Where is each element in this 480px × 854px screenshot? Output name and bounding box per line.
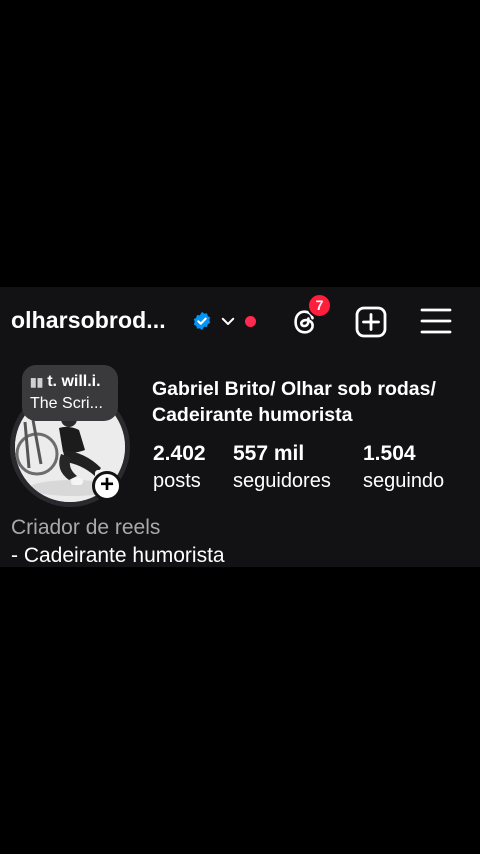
stat-followers[interactable]: 557 mil seguidores [233, 442, 331, 493]
profile-panel: olharsobrod... 7 + ▮▮ t. will.i. The Scr… [0, 287, 480, 567]
profile-bio: - Cadeirante humorista [11, 544, 225, 567]
note-song-artist: t. will.i. [47, 373, 101, 390]
stat-posts[interactable]: 2.402 posts [153, 442, 206, 493]
verified-badge-icon [193, 311, 211, 331]
note-song-title: The Scri... [30, 395, 103, 412]
music-bars-icon: ▮▮ [30, 375, 44, 389]
stat-followers-label: seguidores [233, 470, 331, 492]
username-switcher[interactable]: olharsobrod... [11, 307, 166, 334]
profile-note-bubble[interactable]: ▮▮ t. will.i. The Scri... [22, 365, 118, 421]
plus-square-icon[interactable] [354, 305, 388, 339]
top-bar: olharsobrod... 7 [0, 287, 480, 353]
profile-full-name: Gabriel Brito/ Olhar sob rodas/ Cadeiran… [152, 378, 436, 426]
hamburger-menu-icon[interactable] [420, 307, 452, 335]
notification-dot [245, 316, 256, 327]
chevron-down-icon[interactable] [219, 312, 237, 330]
threads-notification-badge: 7 [307, 293, 332, 318]
stat-posts-label: posts [153, 470, 201, 492]
profile-category: Criador de reels [11, 516, 161, 539]
stat-following-count: 1.504 [363, 442, 416, 465]
stat-following-label: seguindo [363, 470, 445, 492]
stat-followers-count: 557 mil [233, 442, 305, 465]
add-story-icon[interactable]: + [92, 471, 122, 501]
stat-following[interactable]: 1.504 seguindo [363, 442, 444, 493]
stat-posts-count: 2.402 [153, 442, 206, 465]
